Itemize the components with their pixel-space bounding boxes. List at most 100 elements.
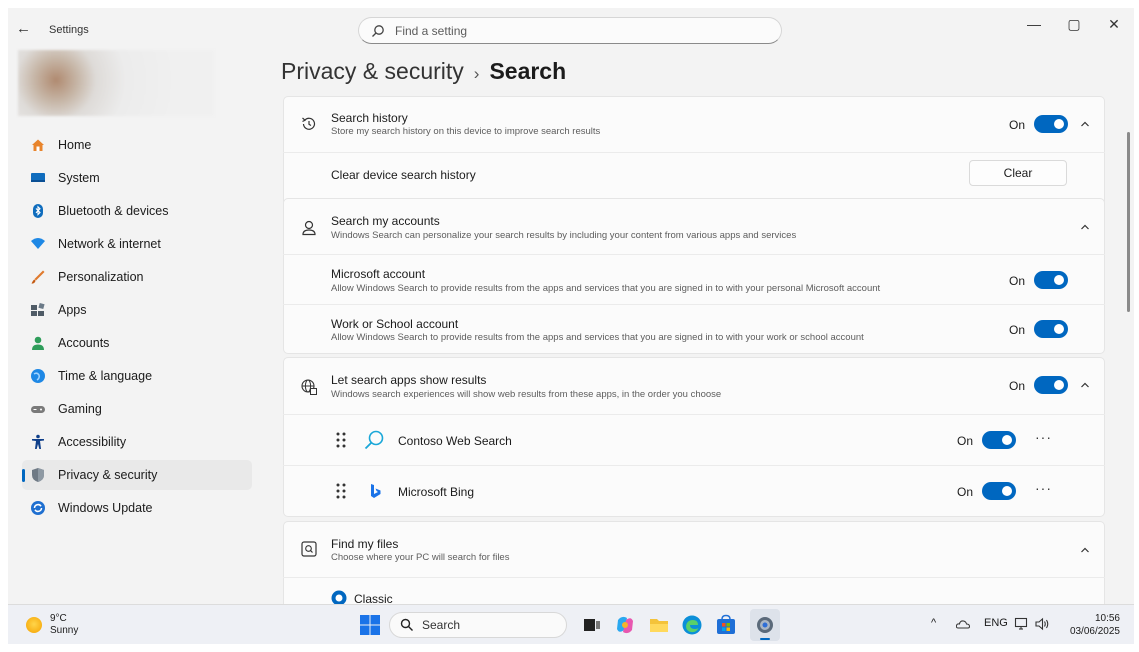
network-icon	[31, 238, 45, 249]
taskbar-search[interactable]: Search	[389, 612, 567, 638]
radio-selected-icon[interactable]	[331, 590, 347, 604]
sidebar-item-label: Accessibility	[58, 435, 127, 449]
globe-apps-icon	[301, 379, 317, 395]
more-options-icon[interactable]: ···	[1035, 480, 1052, 496]
chevron-up-icon[interactable]	[1079, 379, 1091, 391]
taskbar: 9°C Sunny Search ^ ENG 10:56 03/06/2025	[8, 604, 1134, 644]
scrollbar[interactable]	[1127, 132, 1130, 312]
sidebar-item-network[interactable]: Network & internet	[22, 229, 252, 259]
sidebar-item-label: Gaming	[58, 402, 102, 416]
app-title: Settings	[49, 24, 89, 36]
edge-browser-icon[interactable]	[681, 614, 703, 636]
search-accounts-desc: Windows Search can personalize your sear…	[331, 230, 797, 241]
sidebar-item-accounts[interactable]: Accounts	[22, 328, 252, 358]
microsoft-account-toggle[interactable]	[1034, 271, 1068, 289]
active-indicator	[22, 469, 25, 482]
bing-state: On	[957, 485, 974, 499]
settings-window: ← Settings Find a setting — ▢ ✕ Home Sys…	[8, 8, 1134, 604]
divider	[283, 577, 1105, 578]
windows-start-icon[interactable]	[359, 614, 381, 636]
clear-button[interactable]: Clear	[969, 160, 1067, 186]
minimize-button[interactable]: —	[1014, 12, 1054, 36]
settings-gear-icon	[757, 617, 773, 633]
network-status-icon[interactable]	[1014, 616, 1030, 632]
divider	[283, 465, 1105, 466]
search-accounts-title: Search my accounts	[331, 214, 440, 228]
clock-date: 03/06/2025	[1069, 626, 1120, 637]
chevron-up-icon[interactable]	[1079, 118, 1091, 130]
sidebar-item-label: Time & language	[58, 369, 153, 383]
bluetooth-icon	[33, 204, 43, 218]
sidebar-item-label: Privacy & security	[58, 468, 158, 482]
divider	[283, 304, 1105, 305]
microsoft-account-title: Microsoft account	[331, 267, 426, 281]
sidebar-item-bluetooth[interactable]: Bluetooth & devices	[22, 196, 252, 226]
drag-handle-icon[interactable]	[335, 431, 349, 449]
drag-handle-icon[interactable]	[335, 482, 349, 500]
classic-option-label: Classic	[354, 592, 393, 604]
close-button[interactable]: ✕	[1094, 12, 1134, 36]
weather-desc: Sunny	[50, 625, 79, 636]
onedrive-icon[interactable]	[956, 618, 970, 630]
settings-taskbar-active[interactable]	[750, 609, 780, 641]
divider	[283, 254, 1105, 255]
home-icon	[32, 139, 44, 151]
system-clock[interactable]: 10:56 03/06/2025	[1070, 612, 1120, 638]
chevron-up-icon[interactable]	[1079, 221, 1091, 233]
sidebar-item-label: Home	[58, 138, 92, 152]
weather-widget[interactable]: 9°C Sunny	[26, 613, 78, 637]
chevron-up-icon[interactable]	[1079, 544, 1091, 556]
find-files-title: Find my files	[331, 537, 399, 551]
search-apps-desc: Windows search experiences will show web…	[331, 389, 722, 400]
contoso-search-icon	[364, 430, 384, 450]
search-history-desc: Store my search history on this device t…	[331, 126, 601, 137]
sidebar-item-personalization[interactable]: Personalization	[22, 262, 252, 292]
bing-toggle[interactable]	[982, 482, 1016, 500]
work-account-toggle[interactable]	[1034, 320, 1068, 338]
search-placeholder: Find a setting	[395, 23, 468, 38]
person-icon	[302, 220, 316, 236]
accounts-icon	[32, 336, 44, 350]
more-options-icon[interactable]: ···	[1035, 429, 1052, 445]
breadcrumb-parent[interactable]: Privacy & security	[281, 58, 464, 84]
back-arrow-icon[interactable]: ←	[16, 20, 31, 37]
language-indicator[interactable]: ENG	[984, 617, 1008, 629]
breadcrumb: Privacy & security › Search	[281, 58, 566, 85]
search-apps-toggle[interactable]	[1034, 376, 1068, 394]
sidebar-item-system[interactable]: System	[22, 163, 252, 193]
file-explorer-icon[interactable]	[648, 614, 670, 636]
sidebar-item-gaming[interactable]: Gaming	[22, 394, 252, 424]
task-view-icon[interactable]	[581, 614, 603, 636]
tray-overflow-icon[interactable]: ^	[931, 617, 936, 629]
bing-app-name: Microsoft Bing	[398, 485, 475, 499]
microsoft-account-desc: Allow Windows Search to provide results …	[331, 283, 881, 294]
search-history-toggle[interactable]	[1034, 115, 1068, 133]
sidebar-item-time-language[interactable]: Time & language	[22, 361, 252, 391]
user-profile-avatar[interactable]	[18, 50, 214, 116]
sidebar-item-label: System	[58, 171, 100, 185]
search-history-state: On	[1009, 118, 1026, 132]
volume-icon[interactable]	[1034, 616, 1050, 632]
breadcrumb-separator: ›	[473, 64, 480, 83]
contoso-toggle[interactable]	[982, 431, 1016, 449]
sidebar-item-accessibility[interactable]: Accessibility	[22, 427, 252, 457]
title-bar: ← Settings Find a setting — ▢ ✕	[8, 8, 1134, 54]
sidebar-item-label: Apps	[58, 303, 87, 317]
contoso-app-name: Contoso Web Search	[398, 434, 512, 448]
contoso-state: On	[957, 434, 974, 448]
sidebar-item-apps[interactable]: Apps	[22, 295, 252, 325]
page-title: Search	[489, 58, 567, 84]
copilot-icon[interactable]	[614, 614, 636, 636]
settings-search-input[interactable]: Find a setting	[358, 17, 782, 44]
sidebar-item-windows-update[interactable]: Windows Update	[22, 493, 252, 523]
sidebar-item-label: Bluetooth & devices	[58, 204, 169, 218]
microsoft-account-state: On	[1009, 274, 1026, 288]
search-apps-title: Let search apps show results	[331, 373, 487, 387]
maximize-button[interactable]: ▢	[1054, 12, 1094, 36]
sidebar-item-privacy-security[interactable]: Privacy & security	[22, 460, 252, 490]
work-account-desc: Allow Windows Search to provide results …	[331, 332, 864, 343]
search-apps-state: On	[1009, 379, 1026, 393]
sidebar-item-home[interactable]: Home	[22, 130, 252, 160]
store-icon[interactable]	[715, 614, 737, 636]
taskbar-search-label: Search	[422, 618, 461, 632]
